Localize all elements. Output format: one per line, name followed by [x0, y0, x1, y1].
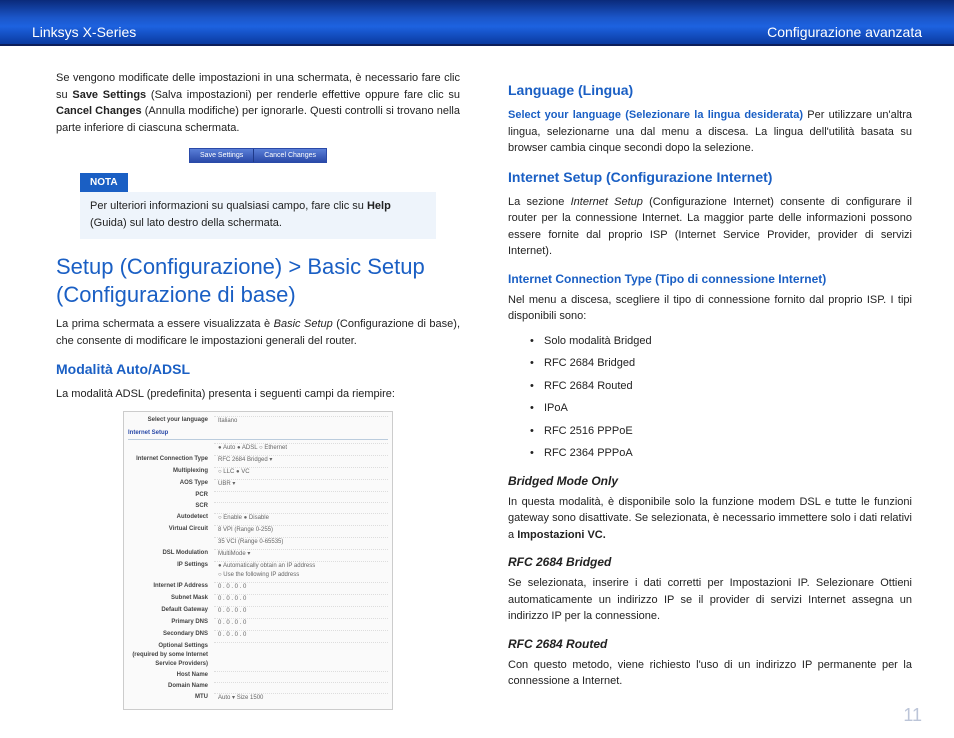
heading-rfc2684-routed: RFC 2684 Routed	[508, 635, 912, 653]
list-item: RFC 2516 PPPoE	[544, 423, 912, 440]
rfc2684-routed-paragraph: Con questo metodo, viene richiesto l'uso…	[508, 657, 912, 690]
cancel-changes-button[interactable]: Cancel Changes	[253, 149, 326, 162]
left-column: Se vengono modificate delle impostazioni…	[56, 70, 460, 718]
button-bar-image: Save Settings Cancel Changes	[56, 146, 460, 163]
connection-type-list: Solo modalità Bridged RFC 2684 Bridged RFC…	[508, 333, 912, 462]
connection-type-paragraph: Nel menu a discesa, scegliere il tipo di…	[508, 292, 912, 325]
right-column: Language (Lingua) Select your language (…	[508, 70, 912, 718]
heading-internet-setup: Internet Setup (Configurazione Internet)	[508, 167, 912, 188]
section-heading-h1: Setup (Configurazione) > Basic Setup (Co…	[56, 253, 460, 308]
list-item: RFC 2364 PPPoA	[544, 445, 912, 462]
heading-bridged-mode: Bridged Mode Only	[508, 472, 912, 490]
subheading-auto-adsl: Modalità Auto/ADSL	[56, 359, 460, 380]
list-item: RFC 2684 Routed	[544, 378, 912, 395]
content: Se vengono modificate delle impostazioni…	[0, 46, 954, 718]
router-ui-screenshot: Select your languageItaliano Internet Se…	[123, 411, 393, 710]
list-item: RFC 2684 Bridged	[544, 355, 912, 372]
heading-language: Language (Lingua)	[508, 80, 912, 101]
heading-connection-type: Internet Connection Type (Tipo di connes…	[508, 270, 912, 288]
note-box: NOTA Per ulteriori informazioni su quals…	[80, 173, 436, 239]
basic-setup-paragraph: La prima schermata a essere visualizzata…	[56, 316, 460, 349]
note-head: NOTA	[80, 173, 128, 192]
page-number: 11	[903, 705, 922, 726]
header-right: Configurazione avanzata	[767, 24, 922, 40]
list-item: IPoA	[544, 400, 912, 417]
adsl-paragraph: La modalità ADSL (predefinita) presenta …	[56, 386, 460, 403]
note-body: Per ulteriori informazioni su qualsiasi …	[80, 192, 436, 239]
bridged-mode-paragraph: In questa modalità, è disponibile solo l…	[508, 494, 912, 544]
save-settings-button[interactable]: Save Settings	[190, 149, 253, 162]
list-item: Solo modalità Bridged	[544, 333, 912, 350]
intro-paragraph: Se vengono modificate delle impostazioni…	[56, 70, 460, 136]
page-header: Linksys X-Series Configurazione avanzata	[0, 0, 954, 46]
internet-setup-paragraph: La sezione Internet Setup (Configurazion…	[508, 194, 912, 260]
language-paragraph: Select your language (Selezionare la lin…	[508, 107, 912, 157]
heading-rfc2684-bridged: RFC 2684 Bridged	[508, 553, 912, 571]
rfc2684-bridged-paragraph: Se selezionata, inserire i dati corretti…	[508, 575, 912, 625]
header-left: Linksys X-Series	[32, 24, 136, 40]
